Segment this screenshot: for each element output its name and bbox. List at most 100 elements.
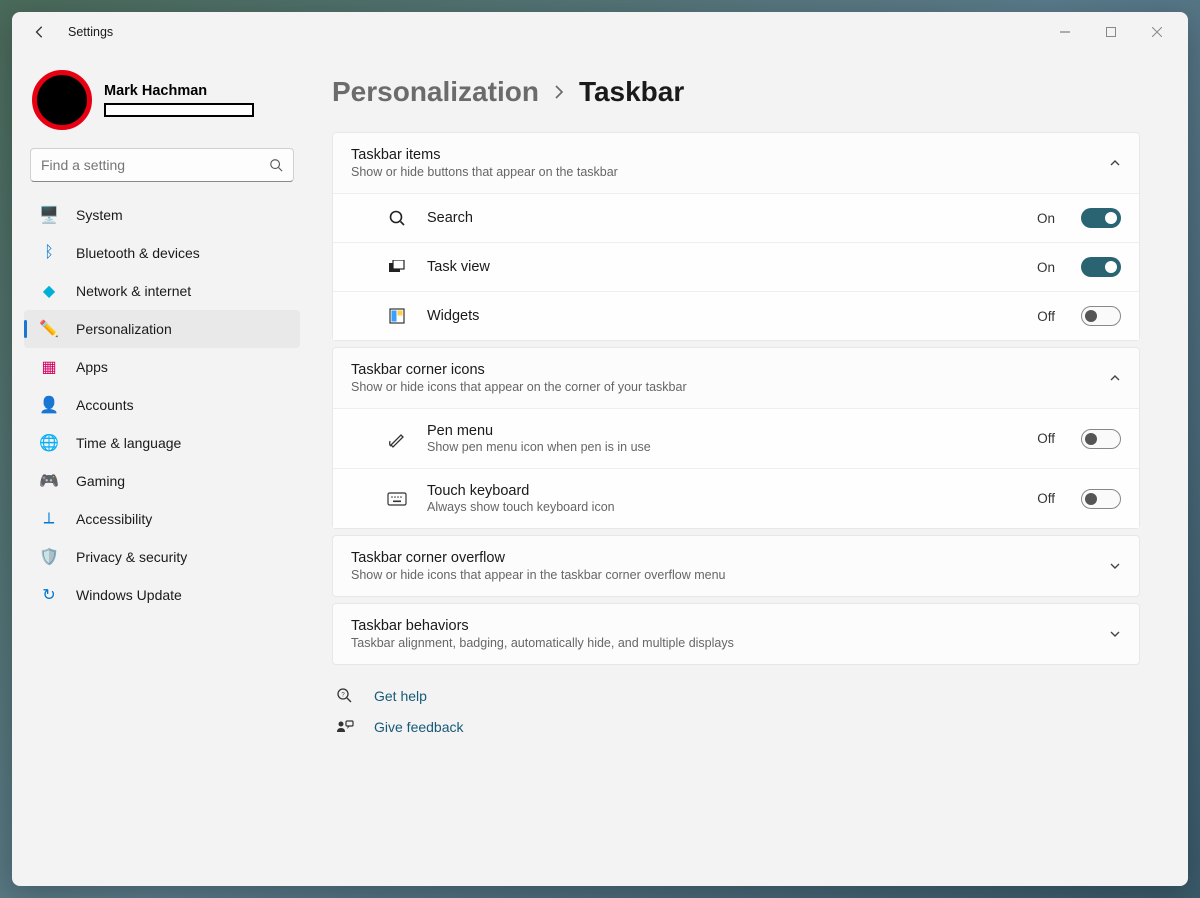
toggle-task-view[interactable] xyxy=(1081,257,1121,277)
toggle-state: Off xyxy=(1037,309,1055,324)
chevron-right-icon xyxy=(553,84,565,100)
profile-block[interactable]: Mark Hachman xyxy=(20,60,304,148)
nav-label: Bluetooth & devices xyxy=(76,245,200,261)
row-label: Task view xyxy=(427,259,1017,275)
toggle-state: On xyxy=(1037,211,1055,226)
update-icon: ↻ xyxy=(40,586,58,604)
section-header-behaviors[interactable]: Taskbar behaviors Taskbar alignment, bad… xyxy=(333,604,1139,664)
section-header-corner-icons[interactable]: Taskbar corner icons Show or hide icons … xyxy=(333,348,1139,408)
nav-label: Gaming xyxy=(76,473,125,489)
apps-icon: ▦ xyxy=(40,358,58,376)
row-touch-keyboard: Touch keyboard Always show touch keyboar… xyxy=(333,468,1139,528)
profile-name: Mark Hachman xyxy=(104,83,254,99)
nav-label: System xyxy=(76,207,123,223)
give-feedback-link[interactable]: Give feedback xyxy=(336,719,1140,735)
section-subtitle: Taskbar alignment, badging, automaticall… xyxy=(351,636,1109,650)
nav-item-update[interactable]: ↻ Windows Update xyxy=(24,576,300,614)
footer-links: ? Get help Give feedback xyxy=(332,687,1140,735)
toggle-state: Off xyxy=(1037,491,1055,506)
gaming-icon: 🎮 xyxy=(40,472,58,490)
row-label: Touch keyboard xyxy=(427,483,1017,499)
minimize-button[interactable] xyxy=(1042,16,1088,48)
profile-email-redacted xyxy=(104,103,254,117)
settings-window: Settings Mark Hachman xyxy=(12,12,1188,886)
titlebar: Settings xyxy=(12,12,1188,52)
row-label: Pen menu xyxy=(427,423,1017,439)
get-help-link[interactable]: ? Get help xyxy=(336,687,1140,705)
search-icon xyxy=(269,158,283,172)
window-body: Mark Hachman 🖥️System ᛒ Bluetooth & device… xyxy=(12,52,1188,886)
pen-icon xyxy=(387,429,407,449)
row-label: Search xyxy=(427,210,1017,226)
nav-item-accounts[interactable]: 👤 Accounts xyxy=(24,386,300,424)
sidebar: Mark Hachman 🖥️System ᛒ Bluetooth & device… xyxy=(12,52,312,886)
window-title: Settings xyxy=(68,25,113,39)
section-header-taskbar-items[interactable]: Taskbar items Show or hide buttons that … xyxy=(333,133,1139,193)
accounts-icon: 👤 xyxy=(40,396,58,414)
nav-item-personalization[interactable]: ✏️Personalization xyxy=(24,310,300,348)
row-widgets: Widgets Off xyxy=(333,291,1139,340)
breadcrumb-parent[interactable]: Personalization xyxy=(332,76,539,108)
nav-item-privacy[interactable]: 🛡️Privacy & security xyxy=(24,538,300,576)
widgets-icon xyxy=(387,306,407,326)
toggle-widgets[interactable] xyxy=(1081,306,1121,326)
section-header-overflow[interactable]: Taskbar corner overflow Show or hide ico… xyxy=(333,536,1139,596)
nav-label: Network & internet xyxy=(76,283,191,299)
section-subtitle: Show or hide icons that appear in the ta… xyxy=(351,568,1109,582)
search-box[interactable] xyxy=(30,148,294,182)
chevron-down-icon xyxy=(1109,560,1121,572)
close-button[interactable] xyxy=(1134,16,1180,48)
link-label: Get help xyxy=(374,688,427,704)
nav-item-gaming[interactable]: 🎮 Gaming xyxy=(24,462,300,500)
keyboard-icon xyxy=(387,489,407,509)
chevron-up-icon xyxy=(1109,372,1121,384)
personalization-icon: ✏️ xyxy=(40,320,58,338)
nav-label: Windows Update xyxy=(76,587,182,603)
section-title: Taskbar behaviors xyxy=(351,618,1109,634)
section-subtitle: Show or hide icons that appear on the co… xyxy=(351,380,1109,394)
section-taskbar-items: Taskbar items Show or hide buttons that … xyxy=(332,132,1140,341)
row-task-view: Task view On xyxy=(333,242,1139,291)
breadcrumb: Personalization Taskbar xyxy=(332,76,1140,108)
toggle-pen-menu[interactable] xyxy=(1081,429,1121,449)
nav-label: Accounts xyxy=(76,397,134,413)
toggle-state: On xyxy=(1037,260,1055,275)
row-subtitle: Show pen menu icon when pen is in use xyxy=(427,440,1017,454)
nav-item-apps[interactable]: ▦Apps xyxy=(24,348,300,386)
content-area: Personalization Taskbar Taskbar items Sh… xyxy=(312,52,1188,886)
search-input[interactable] xyxy=(41,157,269,173)
network-icon: ◆ xyxy=(40,282,58,300)
section-behaviors: Taskbar behaviors Taskbar alignment, bad… xyxy=(332,603,1140,665)
row-label: Widgets xyxy=(427,308,1017,324)
nav-item-network[interactable]: ◆ Network & internet xyxy=(24,272,300,310)
bluetooth-icon: ᛒ xyxy=(40,244,58,262)
svg-text:?: ? xyxy=(341,693,345,699)
toggle-touch-keyboard[interactable] xyxy=(1081,489,1121,509)
avatar xyxy=(32,70,92,130)
profile-text: Mark Hachman xyxy=(104,83,254,117)
back-button[interactable] xyxy=(24,16,56,48)
row-pen-menu: Pen menu Show pen menu icon when pen is … xyxy=(333,408,1139,468)
nav-label: Time & language xyxy=(76,435,181,451)
section-title: Taskbar items xyxy=(351,147,1109,163)
nav-item-bluetooth[interactable]: ᛒ Bluetooth & devices xyxy=(24,234,300,272)
window-controls xyxy=(1042,16,1180,48)
section-title: Taskbar corner overflow xyxy=(351,550,1109,566)
toggle-state: Off xyxy=(1037,431,1055,446)
task-view-icon xyxy=(387,257,407,277)
toggle-search[interactable] xyxy=(1081,208,1121,228)
search-icon xyxy=(387,208,407,228)
nav-label: Accessibility xyxy=(76,511,152,527)
link-label: Give feedback xyxy=(374,719,464,735)
nav-item-time[interactable]: 🌐Time & language xyxy=(24,424,300,462)
help-icon: ? xyxy=(336,687,354,705)
section-title: Taskbar corner icons xyxy=(351,362,1109,378)
maximize-button[interactable] xyxy=(1088,16,1134,48)
feedback-icon xyxy=(336,719,354,735)
chevron-down-icon xyxy=(1109,628,1121,640)
accessibility-icon: ⟂ xyxy=(40,510,58,528)
row-search: Search On xyxy=(333,193,1139,242)
nav-item-system[interactable]: 🖥️System xyxy=(24,196,300,234)
nav-item-accessibility[interactable]: ⟂ Accessibility xyxy=(24,500,300,538)
section-subtitle: Show or hide buttons that appear on the … xyxy=(351,165,1109,179)
